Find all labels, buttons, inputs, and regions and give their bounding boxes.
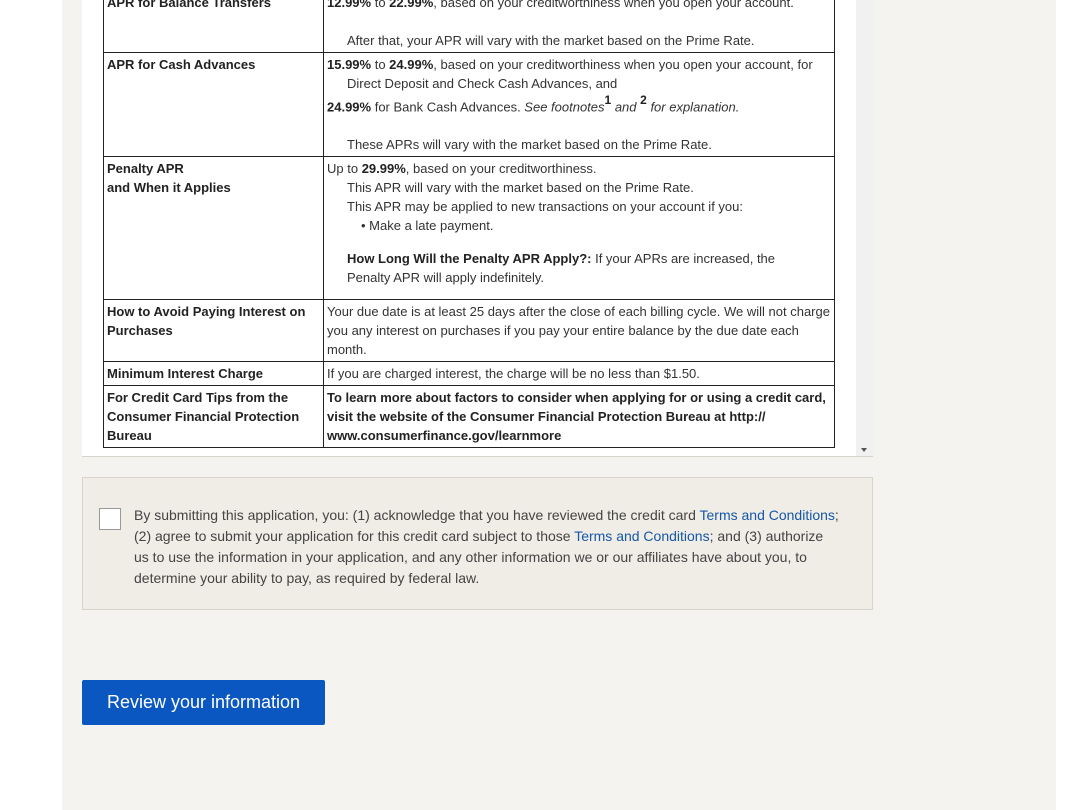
penalty-application-note: This APR may be applied to new transacti… bbox=[347, 199, 743, 215]
row-label-line: For Credit Card Tips from the bbox=[107, 390, 289, 406]
apr-description: , based on your creditworthiness when yo… bbox=[433, 57, 813, 72]
row-label-line: Minimum Interest Charge bbox=[107, 366, 264, 382]
table-row: Minimum Interest Charge If you are charg… bbox=[103, 361, 835, 387]
penalty-apr-description: , based on your creditworthiness. bbox=[405, 161, 597, 177]
row-label: Penalty APR and When it Applies bbox=[103, 156, 324, 301]
footnote-explanation-text: for explanation. bbox=[646, 99, 740, 115]
penalty-duration-text-continued: Penalty APR will apply indefinitely. bbox=[347, 270, 545, 286]
apr-rate-low: 12.99% bbox=[327, 0, 372, 10]
consent-panel: By submitting this application, you: (1)… bbox=[82, 477, 873, 610]
apr-variability-note: After that, your APR will vary with the … bbox=[347, 33, 755, 48]
consent-checkbox[interactable] bbox=[99, 508, 121, 530]
penalty-apr-rate: 29.99% bbox=[361, 161, 406, 177]
terms-scroll-pane[interactable]: APR for Balance Transfers 12.99% to 22.9… bbox=[82, 0, 873, 457]
footnote-1-marker: 1 bbox=[604, 93, 612, 107]
row-value: To learn more about factors to consider … bbox=[323, 385, 835, 449]
row-label-line: APR for Balance Transfers bbox=[107, 0, 272, 10]
row-label-line: and When it Applies bbox=[107, 180, 231, 196]
consent-text: By submitting this application, you: (1)… bbox=[134, 505, 840, 589]
terms-and-conditions-link[interactable]: Terms and Conditions bbox=[700, 507, 835, 523]
review-information-button[interactable]: Review your information bbox=[82, 680, 325, 725]
footnote-reference-text: See footnotes bbox=[524, 99, 605, 115]
row-value: 12.99% to 22.99%, based on your creditwo… bbox=[323, 0, 835, 53]
table-row: For Credit Card Tips from the Consumer F… bbox=[103, 385, 835, 449]
apr-rate-low: 15.99% bbox=[327, 57, 372, 72]
footnote-and-text: and bbox=[611, 99, 641, 115]
rate-separator: to bbox=[371, 0, 390, 10]
bank-cash-advance-rate: 24.99% bbox=[327, 99, 372, 115]
penalty-trigger-item: • Make a late payment. bbox=[361, 218, 494, 234]
terms-table: APR for Balance Transfers 12.99% to 22.9… bbox=[103, 0, 835, 449]
row-value: 15.99% to 24.99%, based on your creditwo… bbox=[323, 51, 835, 158]
penalty-duration-title: How Long Will the Penalty APR Apply?: bbox=[347, 251, 592, 267]
apr-rate-high: 22.99% bbox=[389, 0, 434, 10]
row-label-line: APR for Cash Advances bbox=[107, 57, 256, 72]
penalty-variability-note: This APR will vary with the market based… bbox=[347, 180, 694, 196]
row-label-line: Penalty APR bbox=[107, 161, 184, 177]
row-value: Your due date is at least 25 days after … bbox=[323, 299, 835, 363]
row-value: If you are charged interest, the charge … bbox=[323, 361, 835, 387]
bank-cash-advance-text: for Bank Cash Advances. bbox=[371, 99, 525, 115]
penalty-up-to: Up to bbox=[327, 161, 362, 177]
row-label-line: Bureau bbox=[107, 428, 152, 444]
row-label: For Credit Card Tips from the Consumer F… bbox=[103, 385, 324, 449]
row-label-line: Purchases bbox=[107, 323, 173, 339]
terms-and-conditions-link[interactable]: Terms and Conditions bbox=[574, 528, 709, 544]
row-label: How to Avoid Paying Interest on Purchase… bbox=[103, 299, 324, 363]
row-label-line: Consumer Financial Protection bbox=[107, 409, 300, 425]
row-label: Minimum Interest Charge bbox=[103, 361, 324, 387]
penalty-duration-text: If your APRs are increased, the bbox=[591, 251, 776, 267]
scroll-down-arrow-icon[interactable] bbox=[861, 448, 867, 452]
consent-text-part: By submitting this application, you: (1)… bbox=[134, 507, 700, 523]
table-row: How to Avoid Paying Interest on Purchase… bbox=[103, 299, 835, 363]
table-row: APR for Balance Transfers 12.99% to 22.9… bbox=[103, 0, 835, 53]
table-row: APR for Cash Advances 15.99% to 24.99%, … bbox=[103, 51, 835, 158]
row-label-line: How to Avoid Paying Interest on bbox=[107, 304, 306, 320]
apr-description: , based on your creditworthiness when yo… bbox=[433, 0, 794, 10]
apr-variability-note: These APRs will vary with the market bas… bbox=[347, 137, 712, 153]
apr-description-continued: Direct Deposit and Check Cash Advances, … bbox=[347, 76, 618, 91]
row-value: Up to 29.99%, based on your creditworthi… bbox=[323, 156, 835, 301]
apr-rate-high: 24.99% bbox=[389, 57, 434, 72]
table-row: Penalty APR and When it Applies Up to 29… bbox=[103, 156, 835, 301]
row-label: APR for Balance Transfers bbox=[103, 0, 324, 53]
footnote-2-marker: 2 bbox=[640, 93, 647, 107]
terms-scrollbar[interactable] bbox=[856, 0, 873, 456]
rate-separator: to bbox=[371, 57, 390, 72]
row-label: APR for Cash Advances bbox=[103, 51, 324, 158]
